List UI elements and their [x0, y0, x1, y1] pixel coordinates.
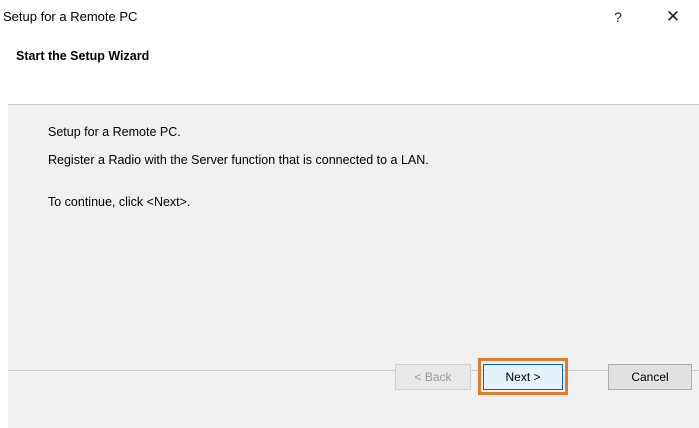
- next-button[interactable]: Next >: [483, 364, 563, 390]
- title-bar: Setup for a Remote PC ? ✕: [0, 0, 699, 32]
- wizard-body: Setup for a Remote PC. Register a Radio …: [8, 105, 699, 370]
- close-icon[interactable]: ✕: [661, 6, 685, 28]
- wizard-header: Start the Setup Wizard: [8, 32, 699, 105]
- description-line-1: Setup for a Remote PC.: [48, 125, 181, 139]
- wizard-step-title: Start the Setup Wizard: [16, 49, 150, 63]
- instruction-line: To continue, click <Next>.: [48, 195, 191, 209]
- back-button[interactable]: < Back: [395, 364, 471, 390]
- window-title: Setup for a Remote PC: [3, 9, 138, 24]
- help-icon[interactable]: ?: [606, 6, 630, 28]
- description-line-2: Register a Radio with the Server functio…: [48, 153, 429, 167]
- cancel-button[interactable]: Cancel: [608, 364, 692, 390]
- wizard-footer: [8, 371, 699, 428]
